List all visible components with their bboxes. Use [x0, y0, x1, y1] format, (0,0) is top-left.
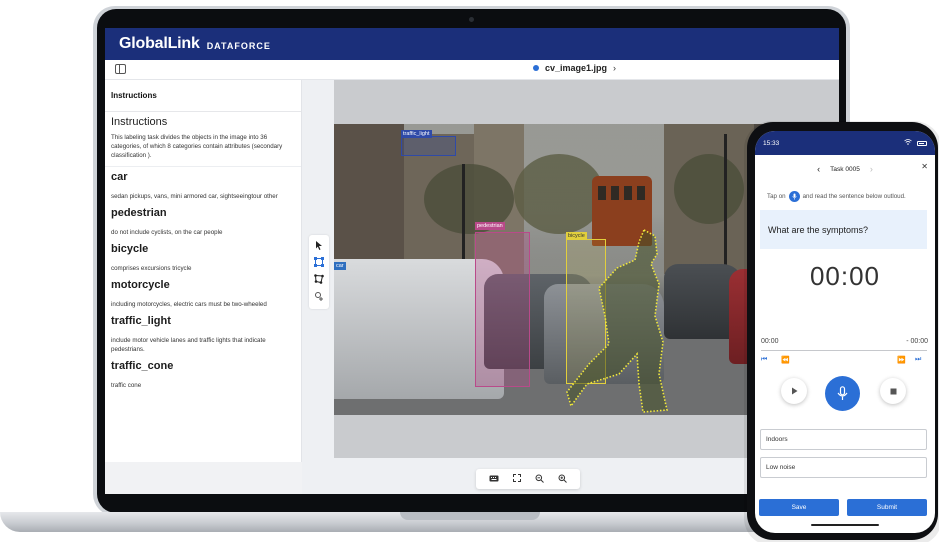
bbox-pedestrian[interactable] [475, 232, 530, 387]
file-bar: cv_image1.jpg › [105, 60, 839, 80]
stop-icon [890, 388, 896, 394]
recording-tip: Tap on and read the sentence below outlo… [767, 191, 906, 202]
play-button[interactable] [781, 378, 807, 404]
category-desc: do not include cyclists, on the car peop… [111, 229, 223, 236]
category-pedestrian: pedestrian do not include cyclists, on t… [111, 207, 295, 237]
file-status-dot [533, 65, 539, 71]
phone-status-bar: 15:33 [755, 131, 935, 155]
skip-end-icon[interactable]: ⏭ [915, 356, 921, 364]
phone-time: 15:33 [763, 139, 780, 147]
keyboard-icon[interactable] [489, 474, 499, 484]
task-label: Task 0005 [830, 165, 860, 173]
chevron-right-icon[interactable]: › [870, 164, 873, 174]
instructions-description: This labeling task divides the objects i… [105, 133, 301, 167]
playback-progress[interactable] [761, 350, 927, 351]
image-tree [514, 154, 604, 234]
recording-timer: 00:00 [809, 261, 881, 291]
play-icon [791, 387, 797, 395]
image-tram-window [598, 186, 606, 200]
polygon-icon[interactable] [313, 273, 325, 285]
tip-after: and read the sentence below outloud. [802, 193, 906, 200]
pointer-icon[interactable] [313, 239, 325, 251]
battery-icon [917, 140, 927, 146]
marketing-composite: GlobalLink DATAFORCE cv_image1.jpg › Ins… [0, 0, 939, 542]
instructions-title: Instructions [111, 116, 168, 128]
category-desc: traffic cone [111, 382, 142, 389]
bounding-box-icon[interactable] [313, 256, 325, 268]
category-desc: sedan pickups, vans, mini armored car, s… [111, 193, 278, 200]
logo-dataforce: DATAFORCE [206, 40, 271, 51]
zoom-in-icon[interactable] [558, 474, 568, 485]
logo-globallink: GlobalLink [119, 35, 200, 52]
mic-icon [788, 191, 800, 202]
tip-before: Tap on [767, 193, 786, 200]
category-desc: comprises excursions tricycle [111, 265, 192, 272]
category-motorcycle: motorcycle including motorcycles, electr… [111, 279, 295, 309]
record-button[interactable] [825, 376, 860, 411]
zoom-toolbar [476, 469, 580, 489]
category-name: traffic_cone [111, 360, 174, 372]
category-traffic-cone: traffic_cone traffic cone [111, 360, 295, 390]
phone-screen: 15:33 ‹ Task 0005 › ✕ Tap on and read th… [755, 131, 935, 533]
close-icon[interactable]: ✕ [921, 162, 928, 171]
file-name: cv_image1.jpg [545, 63, 608, 73]
chevron-right-icon[interactable]: › [613, 63, 616, 73]
image-tram-window [624, 186, 632, 200]
noise-field[interactable]: Low noise [760, 457, 927, 478]
category-traffic-light: traffic_light include motor vehicle lane… [111, 315, 295, 354]
category-desc: including motorcycles, electric cars mus… [111, 301, 267, 308]
app-header: GlobalLink DATAFORCE [105, 28, 839, 60]
instructions-header: Instructions [105, 80, 301, 112]
image-tram-window [611, 186, 619, 200]
elapsed-time: 00:00 [761, 338, 779, 345]
category-name: bicycle [111, 243, 149, 255]
question-card: What are the symptoms? [760, 210, 927, 249]
laptop-notch [400, 512, 540, 520]
remaining-time: - 00:00 [906, 338, 928, 345]
category-bicycle: bicycle comprises excursions tricycle [111, 243, 295, 273]
skip-start-icon[interactable]: ⏮ [761, 356, 767, 364]
category-name: pedestrian [111, 207, 167, 219]
panel-toggle-icon[interactable] [115, 64, 126, 74]
file-selector[interactable]: cv_image1.jpg › [533, 63, 616, 73]
image-building [334, 124, 404, 274]
image-tram-window [637, 186, 645, 200]
home-indicator[interactable] [811, 524, 879, 526]
fullscreen-icon[interactable] [512, 474, 522, 484]
environment-field[interactable]: Indoors [760, 429, 927, 450]
mic-icon [837, 386, 848, 400]
bbox-traffic-light[interactable] [401, 136, 456, 156]
task-navigator: ‹ Task 0005 › [755, 157, 935, 181]
laptop-screen: GlobalLink DATAFORCE cv_image1.jpg › Ins… [105, 28, 839, 494]
chevron-left-icon[interactable]: ‹ [817, 164, 820, 174]
point-add-icon[interactable] [313, 290, 325, 302]
submit-button[interactable]: Submit [847, 499, 927, 516]
webcam-icon [469, 17, 474, 22]
image-tree [674, 154, 744, 224]
rewind-icon[interactable]: ⏪ [781, 356, 790, 364]
category-name: traffic_light [111, 315, 171, 327]
stop-button[interactable] [880, 378, 906, 404]
label-traffic-light: traffic_light [401, 130, 432, 138]
label-pedestrian: pedestrian [475, 222, 505, 230]
wifi-icon [904, 139, 912, 147]
annotation-toolbar [309, 235, 329, 309]
category-name: motorcycle [111, 279, 170, 291]
label-car: car [334, 262, 346, 270]
fast-forward-icon[interactable]: ⏩ [897, 356, 906, 364]
category-desc: include motor vehicle lanes and traffic … [111, 337, 266, 353]
category-name: car [111, 171, 128, 183]
pedestrian-polygon[interactable] [559, 224, 679, 415]
zoom-out-icon[interactable] [535, 474, 545, 485]
save-button[interactable]: Save [759, 499, 839, 516]
instructions-panel: Instructions Instructions This labeling … [105, 80, 302, 462]
category-car: car sedan pickups, vans, mini armored ca… [111, 171, 295, 201]
